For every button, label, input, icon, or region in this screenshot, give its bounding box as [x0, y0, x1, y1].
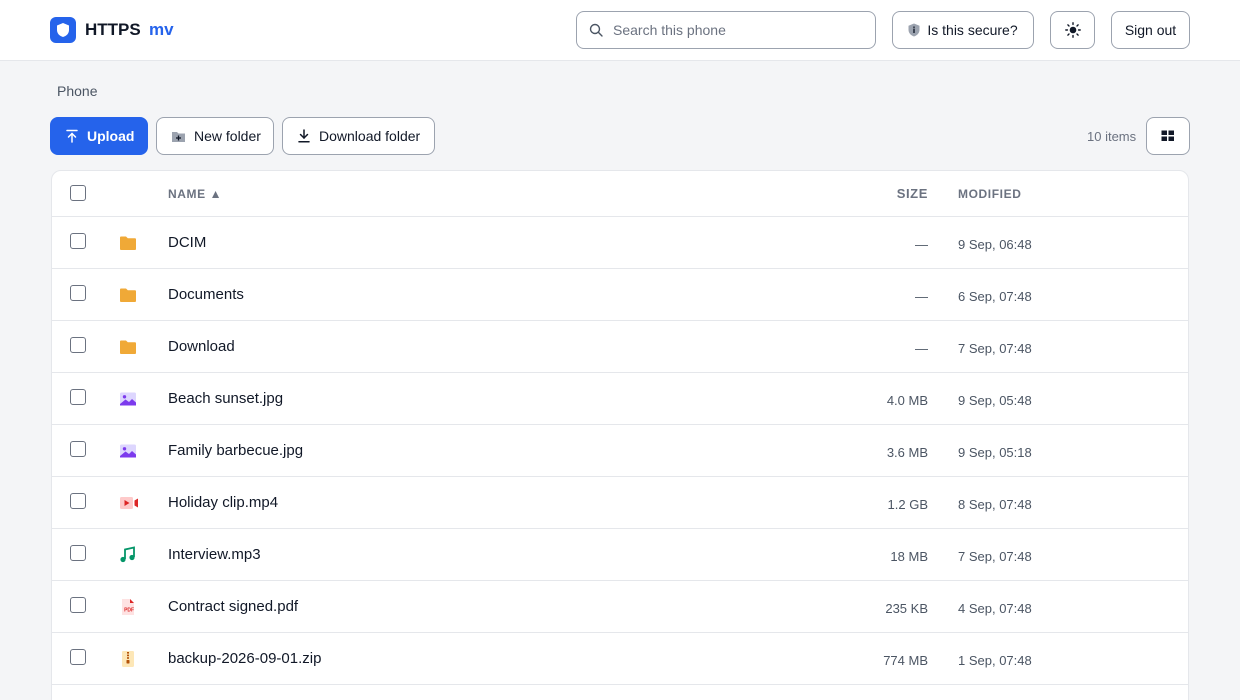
- sign-out-button[interactable]: Sign out: [1111, 11, 1190, 49]
- breadcrumb[interactable]: Phone: [57, 83, 97, 99]
- file-modified: 7 Sep, 07:48: [958, 549, 1032, 564]
- file-size: 18 MB: [890, 549, 928, 564]
- new-folder-label: New folder: [194, 128, 261, 144]
- row-checkbox[interactable]: [70, 337, 86, 353]
- header: HTTPS mv Is this secure? Sign out: [0, 0, 1240, 61]
- zip-file-icon: [119, 650, 137, 668]
- file-modified: 4 Sep, 07:48: [958, 601, 1032, 616]
- download-icon: [298, 129, 310, 143]
- row-checkbox[interactable]: [70, 493, 86, 509]
- sun-icon: [1064, 22, 1081, 38]
- file-modified: 1 Sep, 07:48: [958, 653, 1032, 668]
- file-name[interactable]: Interview.mp3: [168, 546, 261, 563]
- table-row[interactable]: Holiday clip.mp4 1.2 GB 8 Sep, 07:48: [52, 477, 1188, 529]
- shield-logo-icon: [50, 17, 76, 43]
- file-modified: 8 Sep, 07:48: [958, 497, 1032, 512]
- file-modified: 7 Sep, 07:48: [958, 341, 1032, 356]
- new-folder-icon: [172, 131, 185, 142]
- row-checkbox[interactable]: [70, 285, 86, 301]
- file-modified: 9 Sep, 05:48: [958, 393, 1032, 408]
- item-count: 10 items: [1087, 129, 1137, 144]
- table-row[interactable]: Interview.mp3 18 MB 7 Sep, 07:48: [52, 529, 1188, 581]
- folder-icon: [119, 338, 137, 356]
- table-row[interactable]: DCIM — 9 Sep, 06:48: [52, 217, 1188, 269]
- app-name: HTTPS: [85, 20, 141, 39]
- upload-icon: [66, 129, 78, 143]
- folder-icon: [119, 234, 137, 252]
- file-modified: 6 Sep, 07:48: [958, 289, 1032, 304]
- file-table: NAME ▲ SIZE MODIFIED DCIM — 9 Sep, 06:48 Do…: [51, 170, 1189, 700]
- grid-view-icon: [1161, 130, 1174, 141]
- search-input[interactable]: [613, 12, 868, 48]
- row-checkbox[interactable]: [70, 389, 86, 405]
- upload-label: Upload: [87, 128, 135, 144]
- file-size: —: [915, 289, 928, 304]
- is-secure-button[interactable]: Is this secure?: [892, 11, 1034, 49]
- table-row[interactable]: Beach sunset.jpg 4.0 MB 9 Sep, 05:48: [52, 373, 1188, 425]
- row-checkbox[interactable]: [70, 597, 86, 613]
- file-name[interactable]: Documents: [168, 286, 244, 303]
- file-modified: 9 Sep, 06:48: [958, 237, 1032, 252]
- file-name[interactable]: DCIM: [168, 234, 206, 251]
- file-name[interactable]: Contract signed.pdf: [168, 598, 298, 615]
- file-modified: 9 Sep, 05:18: [958, 445, 1032, 460]
- upload-button[interactable]: Upload: [50, 117, 148, 155]
- table-row[interactable]: backup-2026-09-01.zip 774 MB 1 Sep, 07:48: [52, 633, 1188, 685]
- is-secure-label: Is this secure?: [927, 22, 1018, 38]
- download-folder-label: Download folder: [319, 128, 421, 144]
- pdf-file-icon: PDF: [119, 598, 137, 616]
- row-checkbox[interactable]: [70, 441, 86, 457]
- search-box: [576, 11, 876, 49]
- file-size: 3.6 MB: [886, 445, 928, 460]
- shield-info-icon: [908, 23, 920, 37]
- select-all-checkbox[interactable]: [70, 185, 86, 201]
- row-checkbox[interactable]: [70, 545, 86, 561]
- table-row[interactable]: Family barbecue.jpg 3.6 MB 9 Sep, 05:18: [52, 425, 1188, 477]
- table-header: NAME ▲ SIZE MODIFIED: [52, 171, 1188, 217]
- file-size: —: [915, 237, 928, 252]
- table-row[interactable]: Documents — 6 Sep, 07:48: [52, 269, 1188, 321]
- download-folder-button[interactable]: Download folder: [282, 117, 435, 155]
- new-folder-button[interactable]: New folder: [156, 117, 274, 155]
- image-file-icon: [119, 442, 137, 460]
- app-subname: mv: [149, 20, 174, 39]
- video-file-icon: [119, 494, 138, 512]
- image-file-icon: [119, 390, 137, 408]
- file-name[interactable]: Family barbecue.jpg: [168, 442, 303, 459]
- theme-toggle-button[interactable]: [1050, 11, 1095, 49]
- file-size: 1.2 GB: [887, 497, 928, 512]
- file-name[interactable]: Beach sunset.jpg: [168, 390, 283, 407]
- file-size: 235 KB: [885, 601, 928, 616]
- folder-icon: [119, 286, 137, 304]
- file-name[interactable]: Download: [168, 338, 235, 355]
- audio-file-icon: [119, 546, 137, 564]
- modified-column-header[interactable]: MODIFIED: [958, 187, 1021, 201]
- row-checkbox[interactable]: [70, 233, 86, 249]
- name-column-header[interactable]: NAME ▲: [168, 187, 222, 201]
- table-row[interactable]: PDF Contract signed.pdf 235 KB 4 Sep, 07:48: [52, 581, 1188, 633]
- file-size: 4.0 MB: [886, 393, 928, 408]
- file-name[interactable]: backup-2026-09-01.zip: [168, 650, 321, 667]
- view-toggle-button[interactable]: [1146, 117, 1190, 155]
- search-icon: [589, 23, 603, 37]
- table-row[interactable]: Download — 7 Sep, 07:48: [52, 321, 1188, 373]
- row-checkbox[interactable]: [70, 649, 86, 665]
- svg-text:PDF: PDF: [124, 608, 134, 614]
- size-column-header[interactable]: SIZE: [897, 186, 928, 201]
- file-size: —: [915, 341, 928, 356]
- file-name[interactable]: Holiday clip.mp4: [168, 494, 278, 511]
- file-size: 774 MB: [883, 653, 928, 668]
